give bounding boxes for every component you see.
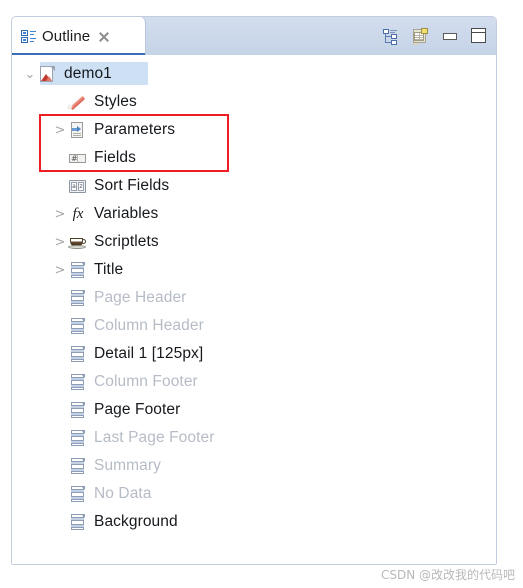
tree-item-parameters[interactable]: > Parameters: [12, 116, 496, 144]
report-properties-icon[interactable]: [412, 27, 430, 45]
tree-item-label: Page Footer: [94, 401, 181, 418]
tree-item-label: Column Header: [94, 317, 204, 334]
tab-outline[interactable]: Outline: [12, 17, 146, 55]
band-icon: [68, 513, 88, 531]
tree-item-last-page-footer[interactable]: Last Page Footer: [12, 424, 496, 452]
fx-icon: fx: [72, 206, 84, 222]
outline-tree[interactable]: ⌄ demo1 Styles > Parameters # Fields a z Sort Fie…: [12, 55, 496, 564]
tree-item-label: Fields: [94, 149, 136, 166]
band-icon: [68, 373, 88, 391]
band-icon: [68, 457, 88, 475]
tree-item-summary[interactable]: Summary: [12, 452, 496, 480]
report-icon: [38, 65, 58, 83]
tree-item-label: Summary: [94, 457, 162, 474]
tree-item-label: No Data: [94, 485, 152, 502]
tree-item-column-header[interactable]: Column Header: [12, 312, 496, 340]
band-icon: [68, 261, 88, 279]
tree-item-page-header[interactable]: Page Header: [12, 284, 496, 312]
fields-icon: #: [68, 149, 88, 167]
coffee-icon: [68, 233, 88, 251]
chevron-down-icon[interactable]: ⌄: [22, 68, 38, 81]
view-tab-bar: Outline: [12, 17, 496, 55]
view-toolbar: [382, 17, 488, 55]
band-icon: [68, 429, 88, 447]
maximize-icon[interactable]: [470, 27, 488, 45]
band-icon: [68, 485, 88, 503]
tree-item-label: Scriptlets: [94, 233, 159, 250]
tree-item-label: Page Header: [94, 289, 187, 306]
tab-outline-label: Outline: [42, 27, 91, 45]
screenshot-root: Outline ⌄ demo1 Styles > Parameters # Fi…: [0, 0, 523, 588]
tree-item-label: demo1: [64, 65, 112, 82]
tree-item-detail-1-125px[interactable]: Detail 1 [125px]: [12, 340, 496, 368]
tree-item-column-footer[interactable]: Column Footer: [12, 368, 496, 396]
close-icon[interactable]: [97, 30, 110, 43]
minimize-icon[interactable]: [442, 28, 458, 44]
tree-item-styles[interactable]: Styles: [12, 88, 496, 116]
tree-item-label: Title: [94, 261, 124, 278]
chevron-right-icon[interactable]: >: [52, 236, 68, 249]
tree-item-label: Background: [94, 513, 178, 530]
tree-item-label: Variables: [94, 205, 159, 222]
tree-item-label: Sort Fields: [94, 177, 170, 194]
tree-item-variables[interactable]: > fx Variables: [12, 200, 496, 228]
tree-item-label: Detail 1 [125px]: [94, 345, 204, 362]
tree-item-label: Column Footer: [94, 373, 198, 390]
collapse-all-icon[interactable]: [382, 27, 400, 45]
outline-view-panel: Outline ⌄ demo1 Styles > Parameters # Fi…: [11, 16, 497, 565]
sort-fields-icon: az: [68, 177, 88, 195]
tree-item-scriptlets[interactable]: > Scriptlets: [12, 228, 496, 256]
pencil-icon: [66, 93, 88, 111]
tree-item-page-footer[interactable]: Page Footer: [12, 396, 496, 424]
chevron-right-icon[interactable]: >: [52, 124, 68, 137]
band-icon: [68, 345, 88, 363]
chevron-right-icon[interactable]: >: [52, 264, 68, 277]
outline-icon: [21, 28, 37, 44]
parameter-icon: [68, 121, 88, 139]
tree-item-label: Styles: [94, 93, 137, 110]
tree-item-demo1[interactable]: ⌄ demo1: [12, 60, 496, 88]
band-icon: [68, 317, 88, 335]
band-icon: [68, 289, 88, 307]
chevron-right-icon[interactable]: >: [52, 208, 68, 221]
tree-item-title[interactable]: > Title: [12, 256, 496, 284]
band-icon: [68, 401, 88, 419]
tree-item-no-data[interactable]: No Data: [12, 480, 496, 508]
tree-item-label: Parameters: [94, 121, 176, 138]
tree-item-background[interactable]: Background: [12, 508, 496, 536]
watermark: CSDN @改改我的代码吧: [380, 568, 515, 582]
tree-item-sort-fields[interactable]: a z Sort Fields: [12, 172, 496, 200]
tree-item-fields[interactable]: # Fields: [12, 144, 496, 172]
tree-item-label: Last Page Footer: [94, 429, 215, 446]
